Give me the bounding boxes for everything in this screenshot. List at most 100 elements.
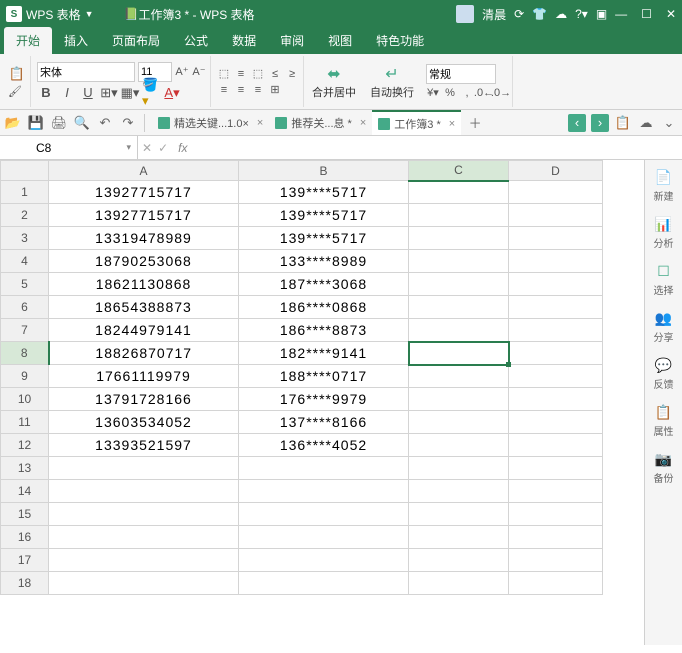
cell[interactable] xyxy=(49,526,239,549)
fx-icon[interactable]: fx xyxy=(172,141,193,155)
row-header[interactable]: 16 xyxy=(1,526,49,549)
close-tab-icon[interactable]: × xyxy=(360,117,366,129)
menu-tab-开始[interactable]: 开始 xyxy=(4,27,52,54)
cell[interactable] xyxy=(409,434,509,457)
cell[interactable] xyxy=(239,549,409,572)
cell[interactable]: 188****0717 xyxy=(239,365,409,388)
number-format-select[interactable] xyxy=(426,64,496,84)
skin-icon[interactable]: 👕 xyxy=(532,7,547,21)
cell[interactable] xyxy=(509,227,603,250)
column-header-D[interactable]: D xyxy=(509,161,603,181)
side-panel-备份[interactable]: 📷备份 xyxy=(654,450,674,485)
cell[interactable] xyxy=(509,204,603,227)
side-panel-属性[interactable]: 📋属性 xyxy=(654,403,674,438)
cell[interactable]: 13927715717 xyxy=(49,181,239,204)
row-header[interactable]: 12 xyxy=(1,434,49,457)
save-icon[interactable]: 💾 xyxy=(27,114,45,132)
nav-left-icon[interactable]: ‹ xyxy=(568,114,586,132)
cell[interactable]: 18826870717 xyxy=(49,342,239,365)
cell[interactable] xyxy=(49,549,239,572)
merge-center-button[interactable]: ⬌ 合并居中 xyxy=(306,62,362,102)
cell[interactable]: 137****8166 xyxy=(239,411,409,434)
align-bottom-icon[interactable]: ⬚ xyxy=(251,67,265,81)
cell[interactable] xyxy=(239,503,409,526)
cell[interactable] xyxy=(49,480,239,503)
cell[interactable] xyxy=(409,319,509,342)
cell[interactable]: 187****3068 xyxy=(239,273,409,296)
align-left-icon[interactable]: ≡ xyxy=(217,83,231,97)
cell[interactable] xyxy=(409,503,509,526)
increase-decimal-icon[interactable]: .0← xyxy=(477,86,491,100)
cell[interactable] xyxy=(409,480,509,503)
wrap-text-button[interactable]: ↵ 自动换行 xyxy=(364,62,420,102)
row-header[interactable]: 6 xyxy=(1,296,49,319)
cell[interactable] xyxy=(409,296,509,319)
cell[interactable] xyxy=(509,503,603,526)
decrease-font-icon[interactable]: A⁻ xyxy=(192,65,206,79)
side-panel-分享[interactable]: 👥分享 xyxy=(654,309,674,344)
cell[interactable]: 13319478989 xyxy=(49,227,239,250)
row-header[interactable]: 18 xyxy=(1,572,49,595)
cell[interactable]: 18244979141 xyxy=(49,319,239,342)
menu-tab-特色功能[interactable]: 特色功能 xyxy=(364,27,436,54)
cell[interactable]: 13791728166 xyxy=(49,388,239,411)
cell[interactable] xyxy=(509,572,603,595)
cell[interactable] xyxy=(409,204,509,227)
cloud-icon[interactable]: ☁ xyxy=(637,114,655,132)
menu-tab-插入[interactable]: 插入 xyxy=(52,27,100,54)
cancel-formula-icon[interactable]: ✕ xyxy=(142,141,152,155)
cell[interactable] xyxy=(409,365,509,388)
bold-button[interactable]: B xyxy=(37,84,55,102)
cell[interactable] xyxy=(509,411,603,434)
doc-tab[interactable]: 工作簿3 *× xyxy=(372,110,461,135)
cell[interactable] xyxy=(409,273,509,296)
cell[interactable] xyxy=(509,250,603,273)
cell[interactable] xyxy=(49,457,239,480)
cell[interactable]: 13393521597 xyxy=(49,434,239,457)
nav-right-icon[interactable]: › xyxy=(591,114,609,132)
cell[interactable] xyxy=(409,227,509,250)
menu-tab-视图[interactable]: 视图 xyxy=(316,27,364,54)
side-panel-分析[interactable]: 📊分析 xyxy=(654,215,674,250)
format-painter-icon[interactable]: 🖌 xyxy=(8,85,22,99)
comma-icon[interactable]: , xyxy=(460,86,474,100)
row-header[interactable]: 17 xyxy=(1,549,49,572)
close-tab-icon[interactable]: × xyxy=(257,117,263,129)
align-center-icon[interactable]: ≡ xyxy=(234,83,248,97)
doc-tab[interactable]: 推荐关...息 *× xyxy=(269,110,372,135)
currency-icon[interactable]: ¥▾ xyxy=(426,86,440,100)
refresh-icon[interactable]: ⟳ xyxy=(514,7,524,21)
cell[interactable] xyxy=(239,457,409,480)
undo-icon[interactable]: ↶ xyxy=(96,114,114,132)
cell[interactable] xyxy=(509,365,603,388)
fill-color-icon[interactable]: 🪣▾ xyxy=(142,84,160,102)
font-color-icon[interactable]: A▾ xyxy=(163,84,181,102)
cell[interactable] xyxy=(239,480,409,503)
minimize-button[interactable]: — xyxy=(615,7,627,21)
cell[interactable] xyxy=(409,181,509,204)
cell[interactable] xyxy=(509,388,603,411)
cell[interactable]: 139****5717 xyxy=(239,181,409,204)
side-panel-新建[interactable]: 📄新建 xyxy=(654,168,674,203)
menu-tab-公式[interactable]: 公式 xyxy=(172,27,220,54)
cell[interactable]: 186****8873 xyxy=(239,319,409,342)
collapse-ribbon-icon[interactable]: ⌄ xyxy=(660,114,678,132)
cell[interactable] xyxy=(509,526,603,549)
redo-icon[interactable]: ↷ xyxy=(119,114,137,132)
cell[interactable] xyxy=(509,480,603,503)
align-middle-icon[interactable]: ≡ xyxy=(234,67,248,81)
row-header[interactable]: 13 xyxy=(1,457,49,480)
italic-button[interactable]: I xyxy=(58,84,76,102)
accept-formula-icon[interactable]: ✓ xyxy=(158,141,168,155)
close-button[interactable]: ✕ xyxy=(666,7,676,21)
align-top-icon[interactable]: ⬚ xyxy=(217,67,231,81)
name-box[interactable]: C8 xyxy=(28,136,138,159)
cell[interactable] xyxy=(239,572,409,595)
user-avatar-icon[interactable] xyxy=(456,5,474,23)
clipboard-panel-icon[interactable]: 📋 xyxy=(614,114,632,132)
row-header[interactable]: 3 xyxy=(1,227,49,250)
row-header[interactable]: 1 xyxy=(1,181,49,204)
font-name-select[interactable] xyxy=(37,62,135,82)
row-header[interactable]: 10 xyxy=(1,388,49,411)
row-header[interactable]: 9 xyxy=(1,365,49,388)
